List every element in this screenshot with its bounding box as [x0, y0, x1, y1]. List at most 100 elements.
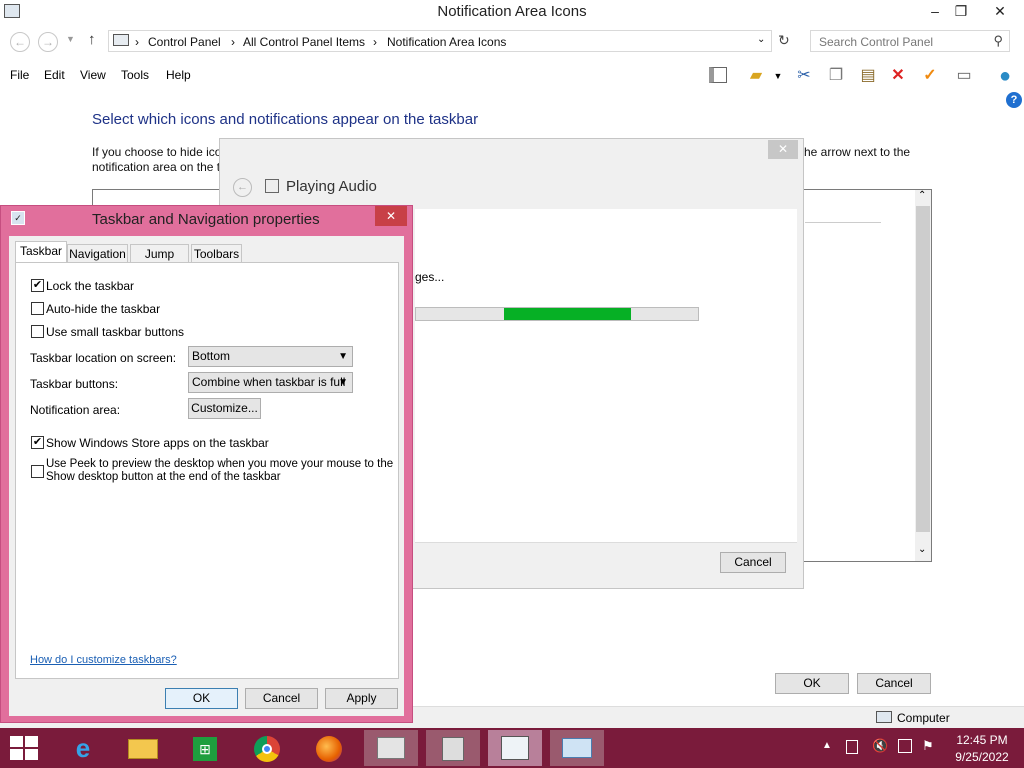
help-icon[interactable]: ?: [1006, 92, 1022, 108]
scroll-down-icon[interactable]: ⌄: [918, 544, 926, 555]
props-apply-button[interactable]: Apply: [325, 688, 398, 709]
tab-toolbars[interactable]: Toolbars: [191, 244, 242, 263]
tab-jump-lists[interactable]: Jump Lists: [130, 244, 189, 279]
address-bar: ← → ▼ ↑ › Control Panel › All Control Pa…: [0, 28, 1024, 54]
breadcrumb[interactable]: › Control Panel › All Control Panel Item…: [108, 30, 772, 52]
menu-bar: File Edit View Tools Help ▰ ▼ ✂ ❐ ▤ ✕ ✓ …: [0, 62, 1024, 90]
address-dropdown-icon[interactable]: ⌄: [757, 34, 765, 45]
store-apps-label[interactable]: Show Windows Store apps on the taskbar: [46, 436, 269, 450]
crumb-notification-icons[interactable]: Notification Area Icons: [387, 35, 506, 49]
menu-file[interactable]: File: [10, 68, 29, 82]
location-select[interactable]: Bottom ▼: [188, 346, 353, 367]
scroll-thumb[interactable]: [916, 206, 930, 532]
performance-monitor-icon[interactable]: [364, 730, 418, 766]
network-icon[interactable]: [898, 739, 912, 753]
computer-status-icon: [876, 711, 892, 723]
small-buttons-checkbox[interactable]: [31, 325, 44, 338]
location-value: Bottom: [192, 349, 231, 363]
taskbar-properties-dialog: ✓ Taskbar and Navigation properties ✕ Ta…: [0, 205, 413, 723]
back-button[interactable]: ←: [10, 32, 30, 52]
store-apps-checkbox[interactable]: ✔: [31, 436, 44, 449]
clock-date[interactable]: 9/25/2022: [952, 750, 1012, 764]
restore-button[interactable]: ❐: [944, 0, 978, 22]
layout-icon[interactable]: [706, 64, 730, 88]
store-icon[interactable]: ⊞: [178, 730, 232, 766]
main-cancel-button[interactable]: Cancel: [857, 673, 931, 694]
flag-icon[interactable]: ⚑: [922, 738, 934, 754]
checkmark-icon[interactable]: ✓: [918, 64, 942, 88]
lock-taskbar-label[interactable]: Lock the taskbar: [46, 279, 134, 293]
chrome-icon[interactable]: [240, 730, 294, 766]
peek-checkbox[interactable]: [31, 465, 44, 478]
recent-pages-icon[interactable]: ▼: [66, 34, 75, 44]
list-divider: [805, 222, 881, 223]
window-title: Notification Area Icons: [437, 3, 587, 20]
audio-content-pane: ges...: [415, 209, 797, 542]
search-input[interactable]: Search Control Panel ⚲: [810, 30, 1010, 52]
ie-icon[interactable]: e: [56, 730, 110, 766]
window-titlebar: Notification Area Icons – ❐ ✕: [0, 0, 1024, 24]
main-ok-button[interactable]: OK: [775, 673, 849, 694]
menu-tools[interactable]: Tools: [121, 68, 149, 82]
description-right: he arrow next to the: [804, 145, 911, 159]
tab-navigation[interactable]: Navigation: [67, 244, 128, 263]
buttons-select[interactable]: Combine when taskbar is full ▼: [188, 372, 353, 393]
clock-time[interactable]: 12:45 PM: [952, 733, 1012, 747]
crumb-separator: ›: [231, 35, 235, 49]
folder-options-icon[interactable]: ▰: [744, 64, 768, 88]
peek-label-line1[interactable]: Use Peek to preview the desktop when you…: [46, 458, 396, 470]
props-ok-button[interactable]: OK: [165, 688, 238, 709]
menu-edit[interactable]: Edit: [44, 68, 65, 82]
audio-cancel-button[interactable]: Cancel: [720, 552, 786, 573]
control-panel-app-icon[interactable]: [550, 730, 604, 766]
autohide-checkbox[interactable]: [31, 302, 44, 315]
props-cancel-button[interactable]: Cancel: [245, 688, 318, 709]
crumb-control-panel[interactable]: Control Panel: [148, 35, 221, 49]
menu-help[interactable]: Help: [166, 68, 191, 82]
audio-back-icon[interactable]: ←: [233, 178, 252, 197]
delete-icon[interactable]: ✕: [886, 64, 910, 88]
menu-view[interactable]: View: [80, 68, 106, 82]
show-hidden-icons-button[interactable]: ▲: [822, 740, 832, 751]
search-icon[interactable]: ⚲: [993, 33, 1003, 49]
list-scrollbar[interactable]: ⌃ ⌄: [915, 190, 931, 561]
properties-close-button[interactable]: ✕: [375, 206, 407, 226]
autohide-label[interactable]: Auto-hide the taskbar: [46, 302, 160, 316]
help-link[interactable]: How do I customize taskbars?: [30, 654, 177, 666]
refresh-icon[interactable]: ↻: [778, 32, 790, 49]
tab-taskbar[interactable]: Taskbar: [15, 241, 67, 263]
crumb-separator: ›: [135, 35, 139, 49]
scroll-up-icon[interactable]: ⌃: [918, 190, 926, 201]
audio-footer-divider: [415, 542, 797, 543]
notification-area-label: Notification area:: [30, 403, 121, 417]
audio-title: Playing Audio: [286, 178, 377, 195]
small-buttons-label[interactable]: Use small taskbar buttons: [46, 325, 184, 339]
taskbar-properties-app-icon[interactable]: [488, 730, 542, 766]
speaker-icon: [265, 179, 279, 193]
windows-logo-icon: [10, 736, 38, 760]
volume-muted-icon[interactable]: 🔇: [872, 738, 888, 754]
paste-icon[interactable]: ▤: [856, 64, 880, 88]
options-dropdown-icon[interactable]: ▼: [770, 64, 786, 88]
audio-progress-bar: [415, 307, 699, 321]
up-button[interactable]: ↑: [88, 31, 96, 48]
properties-icon[interactable]: ▭: [952, 64, 976, 88]
cut-icon[interactable]: ✂: [792, 64, 816, 88]
customize-button[interactable]: Customize...: [188, 398, 261, 419]
file-explorer-icon[interactable]: [116, 730, 170, 766]
forward-button[interactable]: →: [38, 32, 58, 52]
lock-taskbar-checkbox[interactable]: ✔: [31, 279, 44, 292]
crumb-all-items[interactable]: All Control Panel Items: [243, 35, 365, 49]
crumb-separator: ›: [373, 35, 377, 49]
action-center-icon[interactable]: [846, 740, 858, 754]
close-window-button[interactable]: ✕: [980, 0, 1020, 22]
properties-title: Taskbar and Navigation properties: [92, 211, 320, 228]
firefox-icon[interactable]: [302, 730, 356, 766]
audio-close-button[interactable]: ✕: [768, 140, 798, 159]
start-button[interactable]: [10, 736, 38, 760]
peek-label-line2[interactable]: Show desktop button at the end of the ta…: [46, 471, 281, 483]
globe-icon[interactable]: ●: [990, 64, 1020, 88]
sound-recorder-icon[interactable]: [426, 730, 480, 766]
copy-icon[interactable]: ❐: [824, 64, 848, 88]
buttons-value: Combine when taskbar is full: [192, 375, 346, 389]
